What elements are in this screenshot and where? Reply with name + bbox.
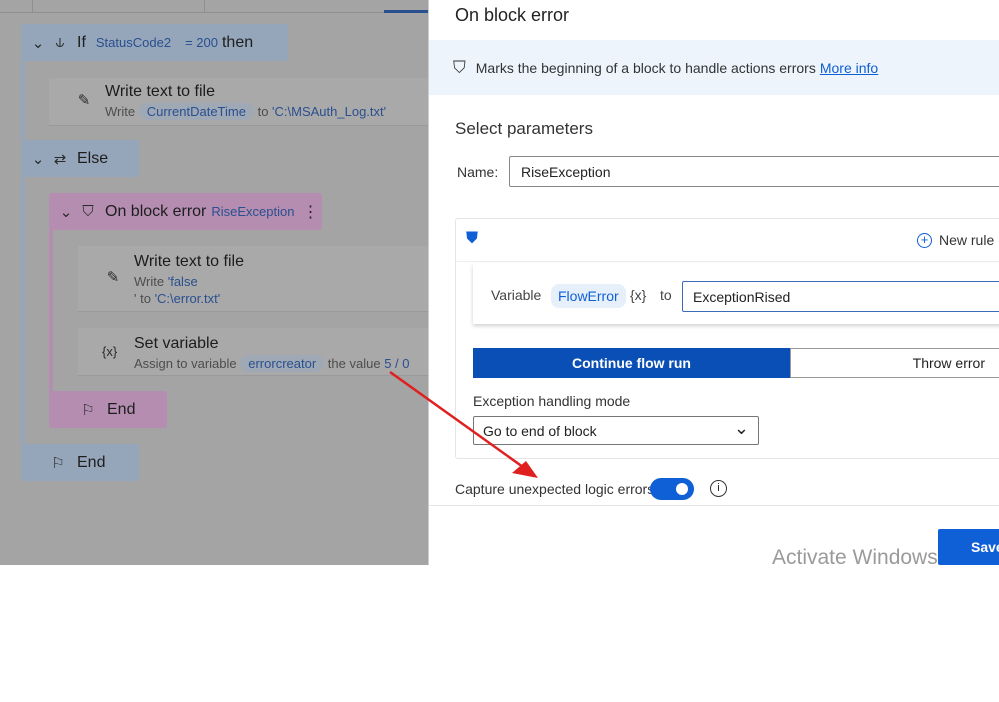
arrow-head xyxy=(512,461,538,478)
arrow-line xyxy=(389,370,531,474)
annotation-arrow xyxy=(389,370,538,478)
